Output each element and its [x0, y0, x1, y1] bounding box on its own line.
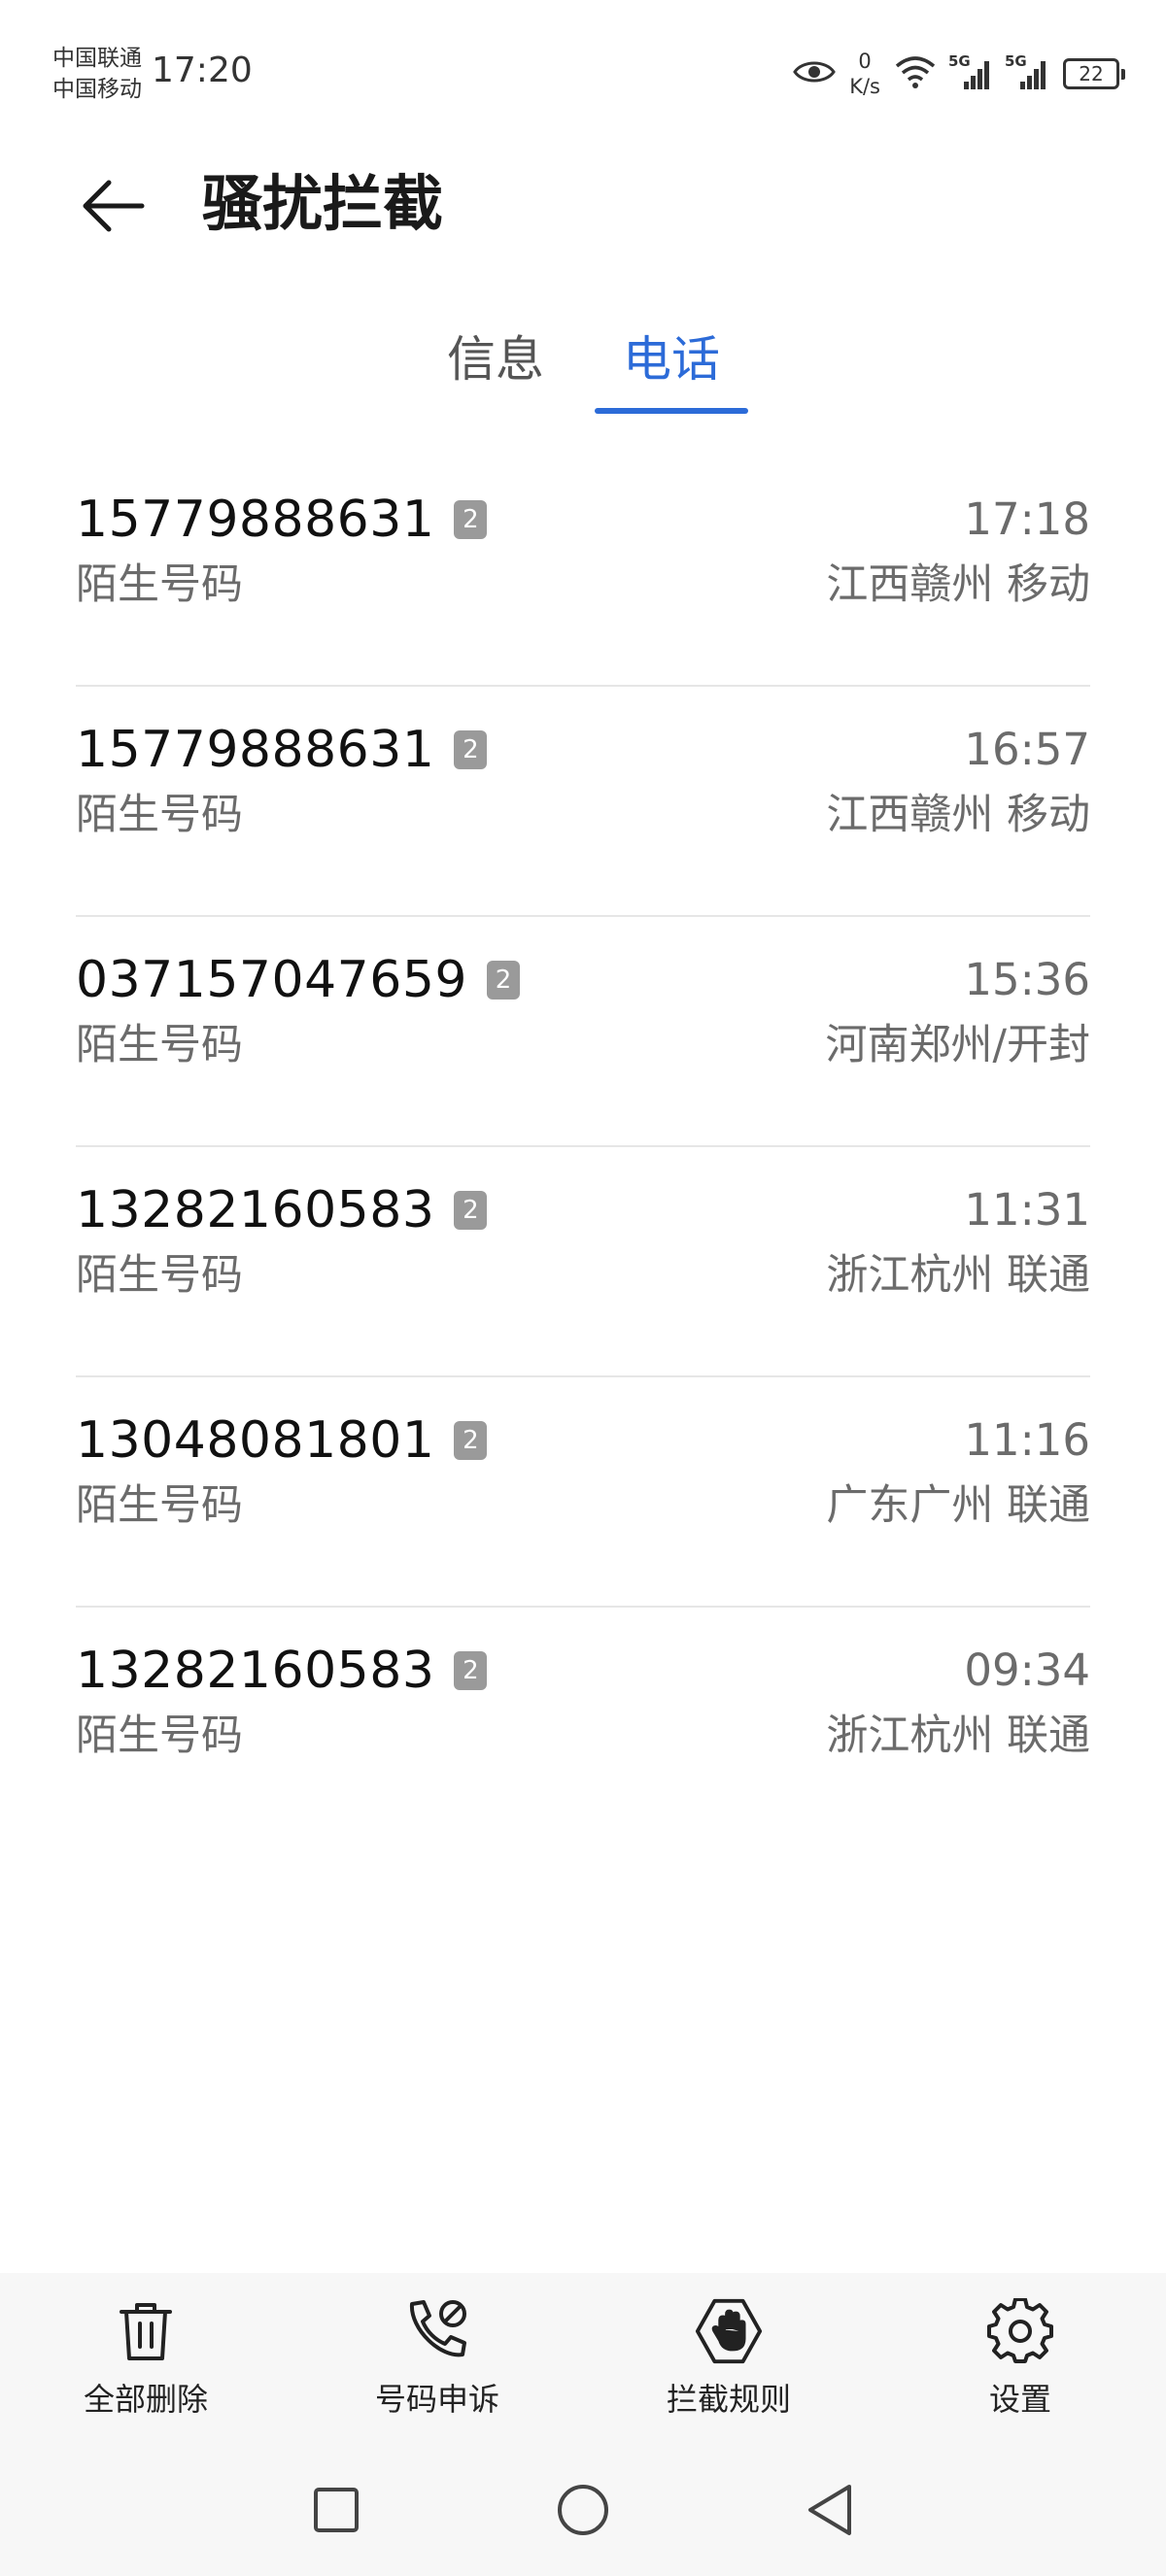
call-count-badge: 2 [454, 500, 488, 539]
call-list-item[interactable]: 13282160583 2 陌生号码 09:34 浙江杭州 联通 [0, 1608, 1166, 1838]
call-number: 15779888631 [76, 491, 435, 549]
trash-icon [111, 2296, 181, 2366]
tab-phone[interactable]: 电话 [595, 321, 748, 418]
call-time: 16:57 [964, 724, 1090, 775]
settings-button[interactable]: 设置 [913, 2296, 1127, 2432]
call-time: 11:31 [964, 1184, 1090, 1236]
bottom-toolbar: 全部删除 号码申诉 拦截规则 设置 [0, 2273, 1166, 2448]
call-list-item[interactable]: 13048081801 2 陌生号码 11:16 广东广州 联通 [0, 1377, 1166, 1608]
carrier-2: 中国移动 [52, 77, 142, 102]
gear-icon [985, 2296, 1055, 2366]
hand-block-icon [694, 2296, 764, 2366]
signal-icon-2: 5G [1005, 52, 1049, 91]
tab-info-label: 信息 [447, 331, 544, 388]
call-label: 陌生号码 [76, 1481, 243, 1530]
call-count-badge: 2 [454, 1651, 488, 1690]
back-button[interactable] [74, 167, 152, 245]
circle-icon [556, 2483, 610, 2541]
phone-appeal-icon [402, 2296, 472, 2366]
square-icon [312, 2486, 360, 2538]
signal-1-tag: 5G [948, 52, 971, 70]
call-time: 09:34 [964, 1644, 1090, 1696]
status-icons: 0 K/s 5G 5G 22 [793, 47, 1125, 101]
call-location: 浙江杭州 联通 [826, 1251, 1090, 1300]
status-bar: 中国联通 中国移动 17:20 0 K/s 5G 5G 22 [0, 0, 1166, 146]
call-time: 15:36 [964, 954, 1090, 1005]
delete-all-label: 全部删除 [83, 2381, 208, 2418]
call-location: 江西赣州 移动 [826, 791, 1090, 839]
call-count-badge: 2 [487, 961, 521, 1000]
call-label: 陌生号码 [76, 1251, 243, 1300]
call-count-badge: 2 [454, 730, 488, 769]
carrier-1: 中国联通 [52, 46, 142, 71]
settings-label: 设置 [988, 2381, 1051, 2418]
call-count-badge: 2 [454, 1191, 488, 1230]
call-list-item[interactable]: 13282160583 2 陌生号码 11:31 浙江杭州 联通 [0, 1147, 1166, 1377]
tab-active-indicator [595, 408, 748, 414]
net-speed-value: 0 [858, 50, 872, 73]
wifi-icon [894, 54, 937, 93]
blocked-call-list: 15779888631 2 陌生号码 17:18 江西赣州 移动 1577988… [0, 457, 1166, 1838]
call-label: 陌生号码 [76, 1021, 243, 1069]
call-number: 15779888631 [76, 721, 435, 779]
block-rules-label: 拦截规则 [666, 2381, 791, 2418]
block-rules-button[interactable]: 拦截规则 [622, 2296, 836, 2432]
signal-2-tag: 5G [1005, 52, 1027, 70]
call-location: 河南郑州/开封 [825, 1021, 1091, 1069]
call-list-item[interactable]: 15779888631 2 陌生号码 17:18 江西赣州 移动 [0, 457, 1166, 687]
call-label: 陌生号码 [76, 791, 243, 839]
call-time: 17:18 [964, 493, 1090, 545]
call-list-item[interactable]: 15779888631 2 陌生号码 16:57 江西赣州 移动 [0, 687, 1166, 917]
tab-info[interactable]: 信息 [428, 321, 564, 418]
call-location: 浙江杭州 联通 [826, 1712, 1090, 1760]
tab-phone-label: 电话 [623, 331, 720, 388]
call-list-item[interactable]: 037157047659 2 陌生号码 15:36 河南郑州/开封 [0, 917, 1166, 1147]
battery-icon: 22 [1063, 58, 1125, 89]
number-appeal-label: 号码申诉 [374, 2381, 499, 2418]
signal-icon-1: 5G [948, 52, 993, 91]
call-number: 13048081801 [76, 1411, 435, 1470]
carrier-names: 中国联通 中国移动 [52, 43, 142, 105]
recents-button[interactable] [301, 2477, 371, 2547]
tab-bar: 信息 电话 [0, 321, 1166, 418]
net-speed-unit: K/s [849, 75, 880, 98]
call-time: 11:16 [964, 1414, 1090, 1466]
call-number: 13282160583 [76, 1642, 435, 1700]
call-number: 037157047659 [76, 951, 468, 1009]
call-number: 13282160583 [76, 1181, 435, 1239]
status-time: 17:20 [152, 51, 253, 90]
call-count-badge: 2 [454, 1421, 488, 1460]
page-title: 骚扰拦截 [202, 168, 444, 239]
home-button[interactable] [548, 2477, 618, 2547]
call-location: 广东广州 联通 [826, 1481, 1090, 1530]
app-header: 骚扰拦截 [0, 146, 1166, 262]
number-appeal-button[interactable]: 号码申诉 [330, 2296, 544, 2432]
eye-icon [793, 58, 837, 89]
net-speed: 0 K/s [849, 49, 880, 99]
triangle-back-icon [805, 2483, 855, 2541]
back-nav-button[interactable] [795, 2477, 865, 2547]
system-nav-bar [0, 2448, 1166, 2576]
delete-all-button[interactable]: 全部删除 [39, 2296, 253, 2432]
call-location: 江西赣州 移动 [826, 560, 1090, 609]
call-label: 陌生号码 [76, 560, 243, 609]
call-label: 陌生号码 [76, 1712, 243, 1760]
arrow-left-icon [83, 180, 145, 232]
